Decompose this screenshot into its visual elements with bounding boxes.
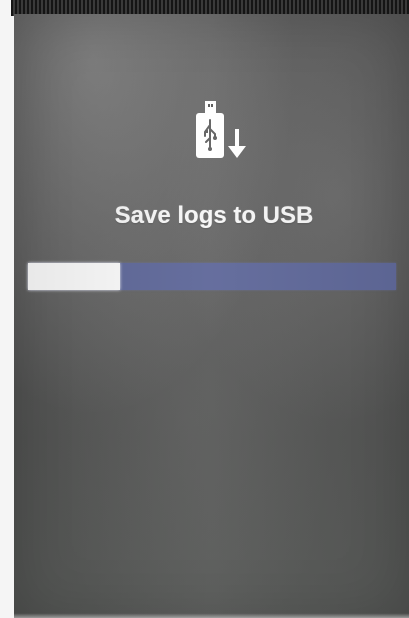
device-photo: Save logs to USB (0, 0, 409, 618)
usb-log-progress-bar (28, 263, 396, 290)
usb-download-icon (196, 101, 246, 158)
device-screen: Save logs to USB (14, 14, 409, 618)
usb-log-progress-fill (28, 263, 120, 290)
device-bottom-edge (14, 613, 409, 618)
save-logs-title: Save logs to USB (114, 202, 314, 229)
